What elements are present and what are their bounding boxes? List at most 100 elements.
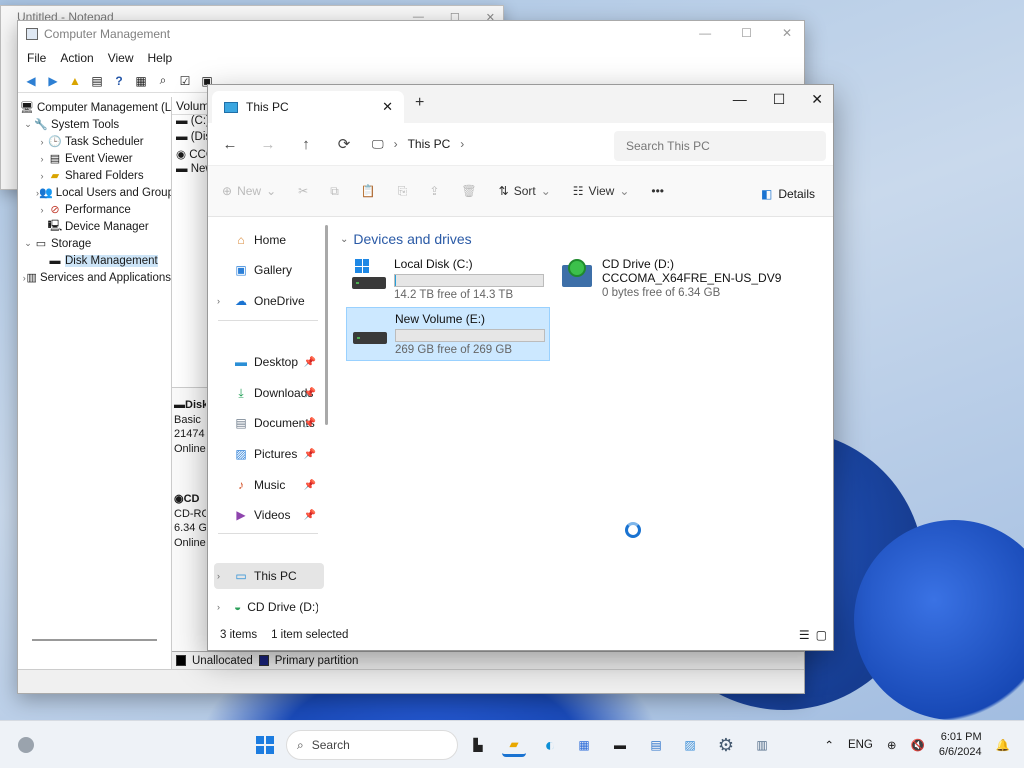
nav-onedrive[interactable]: › ☁ OneDrive <box>214 288 318 314</box>
minimize-icon[interactable]: — <box>699 26 711 40</box>
copy-button[interactable]: ⧉ <box>330 184 339 199</box>
disk1-card[interactable]: ◉CD CD-RO 6.34 G Online <box>174 492 206 550</box>
notification-bell-icon[interactable]: 🔔 <box>996 738 1010 752</box>
delete-button[interactable]: 🗑 <box>461 184 476 198</box>
disk0-card[interactable]: ▬Disk Basic 21474 Online <box>174 398 206 456</box>
nav-home[interactable]: ⌂ Home <box>214 227 318 253</box>
new-tab-icon[interactable]: + <box>415 94 424 112</box>
menu-help[interactable]: Help <box>148 51 173 65</box>
file-explorer-window[interactable]: This PC ✕ + — ☐ ✕ ← → ↑ ⟳ 🖵 › This PC › … <box>207 84 834 651</box>
notepad-icon[interactable]: ▤ <box>644 733 668 757</box>
rename-button[interactable]: ⎘ <box>398 184 408 199</box>
maximize-icon[interactable]: ☐ <box>741 26 752 40</box>
file-explorer-icon[interactable]: ▰ <box>502 733 526 757</box>
tree-storage[interactable]: ⌄ ▭ Storage <box>18 235 171 252</box>
pin-icon[interactable]: 📌 <box>304 357 316 368</box>
tree-performance[interactable]: › ⊘ Performance <box>18 201 171 218</box>
tree-computer-management[interactable]: 🖥 Computer Management (Local <box>18 99 171 116</box>
close-tab-icon[interactable]: ✕ <box>382 99 393 115</box>
chevron-right-icon[interactable]: › <box>36 205 48 215</box>
volume-muted-icon[interactable]: 🔇 <box>911 738 925 752</box>
drive-c[interactable]: Local Disk (C:) 14.2 TB free of 14.3 TB <box>346 253 548 305</box>
pin-icon[interactable]: 📌 <box>304 449 316 460</box>
network-icon[interactable]: ⊕ <box>887 738 897 752</box>
forward-arrow-icon[interactable]: → <box>258 136 278 153</box>
close-icon[interactable]: ✕ <box>782 26 792 40</box>
language-indicator[interactable]: ENG <box>848 739 873 751</box>
new-button[interactable]: ⊕ New ⌄ <box>222 184 276 198</box>
more-button[interactable]: ••• <box>651 184 664 198</box>
paste-button[interactable]: 📋 <box>361 184 376 198</box>
settings-gear-icon[interactable]: ⚙ <box>714 733 738 757</box>
tab-this-pc[interactable]: This PC ✕ <box>212 91 404 123</box>
checklist-icon[interactable]: ☑ <box>177 73 193 89</box>
share-button[interactable]: ⇪ <box>429 184 439 198</box>
tree-disk-management[interactable]: ▬ Disk Management <box>18 252 171 269</box>
view-button[interactable]: ☷ View ⌄ <box>573 184 630 198</box>
nav-videos[interactable]: ▶ Videos 📌 <box>214 502 318 528</box>
tree-event-viewer[interactable]: › ▤ Event Viewer <box>18 150 171 167</box>
chevron-down-icon[interactable]: ⌄ <box>22 238 34 249</box>
show-hide-tree-icon[interactable]: ▤ <box>89 73 105 89</box>
nav-cd-drive[interactable]: › ◒ CD Drive (D:) CC <box>214 594 318 620</box>
tree-horizontal-scrollbar[interactable] <box>32 639 157 641</box>
tree-task-scheduler[interactable]: › 🕒 Task Scheduler <box>18 133 171 150</box>
cut-button[interactable]: ✂ <box>298 184 308 198</box>
nav-scrollbar[interactable] <box>325 225 328 425</box>
sort-button[interactable]: ⇅ Sort ⌄ <box>499 184 551 198</box>
chevron-right-icon[interactable]: › <box>36 137 48 147</box>
task-view-icon[interactable]: ▙ <box>466 733 490 757</box>
maximize-icon[interactable]: ☐ <box>773 91 786 108</box>
chevron-up-icon[interactable]: ⌃ <box>824 738 834 752</box>
nav-downloads[interactable]: ⤓ Downloads 📌 <box>214 380 318 406</box>
chevron-right-icon[interactable]: › <box>460 137 464 151</box>
pin-icon[interactable]: 📌 <box>304 480 316 491</box>
chevron-right-icon[interactable]: › <box>217 602 220 612</box>
terminal-icon[interactable]: ▬ <box>608 733 632 757</box>
search-input[interactable]: Search This PC <box>614 131 826 161</box>
nav-gallery[interactable]: ▣ Gallery <box>214 257 318 283</box>
tree-local-users-groups[interactable]: › 👥 Local Users and Groups <box>18 184 171 201</box>
chevron-right-icon[interactable]: › <box>217 296 220 306</box>
up-arrow-icon[interactable]: ↑ <box>296 136 316 153</box>
chevron-right-icon[interactable]: › <box>36 171 48 181</box>
up-folder-icon[interactable]: ▲ <box>67 73 83 89</box>
drive-e[interactable]: New Volume (E:) 269 GB free of 269 GB <box>346 307 550 361</box>
minimize-icon[interactable]: — <box>733 91 747 108</box>
pin-icon[interactable]: 📌 <box>304 388 316 399</box>
chevron-right-icon[interactable]: › <box>217 571 220 581</box>
details-button[interactable]: ◧ Details <box>761 187 815 201</box>
tree-services-applications[interactable]: › ▥ Services and Applications <box>18 269 171 286</box>
close-icon[interactable]: ✕ <box>811 91 823 108</box>
computer-management-icon[interactable]: ▥ <box>750 733 774 757</box>
store-icon[interactable]: ▦ <box>572 733 596 757</box>
menu-view[interactable]: View <box>108 51 134 65</box>
taskbar-search[interactable]: ⌕ Search <box>286 730 458 760</box>
devices-drives-header[interactable]: ⌄ Devices and drives <box>340 231 472 247</box>
cm-titlebar[interactable]: Computer Management <box>18 21 804 47</box>
details-view-icon[interactable]: ☰ <box>799 628 810 642</box>
menu-file[interactable]: File <box>27 51 46 65</box>
chevron-down-icon[interactable]: ⌄ <box>22 119 34 130</box>
breadcrumb-this-pc[interactable]: This PC <box>408 137 451 151</box>
nav-documents[interactable]: ▤ Documents 📌 <box>214 410 318 436</box>
drive-d[interactable]: CD Drive (D:) CCCOMA_X64FRE_EN-US_DV9 0 … <box>554 253 785 303</box>
refresh-icon[interactable]: ⟳ <box>334 135 354 153</box>
address-bar[interactable]: 🖵 › This PC › <box>372 129 592 159</box>
edge-icon[interactable]: ◐ <box>538 733 562 757</box>
rescan-icon[interactable]: ⌕ <box>155 73 171 89</box>
nav-pictures[interactable]: ▨ Pictures 📌 <box>214 441 318 467</box>
nav-desktop[interactable]: ▬ Desktop 📌 <box>214 349 318 375</box>
back-arrow-icon[interactable]: ← <box>220 136 240 153</box>
properties-icon[interactable]: ▦ <box>133 73 149 89</box>
tree-shared-folders[interactable]: › ▰ Shared Folders <box>18 167 171 184</box>
pin-icon[interactable]: 📌 <box>304 418 316 429</box>
clock[interactable]: 6:01 PM 6/6/2024 <box>939 730 982 760</box>
widgets-icon[interactable] <box>14 733 38 757</box>
forward-arrow-icon[interactable]: ▶ <box>45 73 61 89</box>
menu-action[interactable]: Action <box>60 51 93 65</box>
paint-icon[interactable]: ▨ <box>678 733 702 757</box>
nav-music[interactable]: ♪ Music 📌 <box>214 472 318 498</box>
back-arrow-icon[interactable]: ◀ <box>23 73 39 89</box>
tree-system-tools[interactable]: ⌄ 🔧 System Tools <box>18 116 171 133</box>
